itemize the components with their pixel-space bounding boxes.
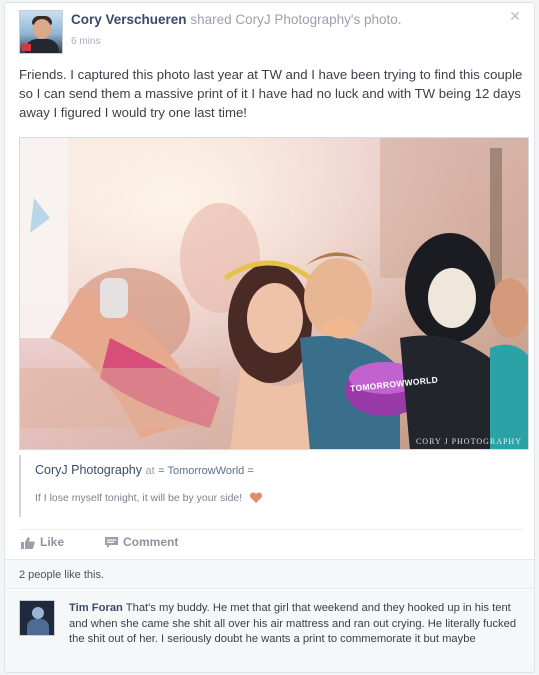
heart-icon: [250, 492, 263, 504]
shared-link-title: CoryJ Photography at = TomorrowWorld =: [35, 463, 254, 477]
thumbs-up-icon: [21, 536, 35, 549]
shared-caption-text: If I lose myself tonight, it will be by …: [35, 492, 243, 504]
post-card: Cory Verschueren shared CoryJ Photograph…: [4, 2, 535, 673]
post-body-text: Friends. I captured this photo last year…: [19, 67, 523, 120]
like-label: Like: [40, 535, 65, 549]
photo-watermark: CORY J PHOTOGRAPHY: [415, 437, 522, 446]
comment-body: Tim Foran That's my buddy. He met that g…: [69, 601, 519, 648]
festival-couple-photo: [20, 138, 528, 449]
like-button[interactable]: Like: [21, 535, 64, 549]
shared-link-box[interactable]: CoryJ Photography at = TomorrowWorld = I…: [19, 455, 524, 517]
commenter-avatar[interactable]: [19, 600, 55, 636]
comment-button[interactable]: Comment: [105, 535, 178, 549]
post-actions: Like Comment: [19, 529, 524, 551]
shared-photo-link[interactable]: CoryJ Photography's photo.: [235, 12, 401, 27]
likes-count-link[interactable]: 2 people like this.: [19, 569, 104, 581]
comment-label: Comment: [123, 535, 179, 549]
likes-summary: 2 people like this.: [5, 559, 534, 589]
author-name-link[interactable]: Cory Verschueren: [71, 12, 187, 27]
comment-text: That's my buddy. He met that girl that w…: [69, 602, 517, 645]
shared-page-link[interactable]: CoryJ Photography: [35, 463, 142, 477]
author-avatar[interactable]: [19, 10, 63, 54]
location-link[interactable]: = TomorrowWorld =: [158, 465, 254, 477]
post-header: Cory Verschueren shared CoryJ Photograph…: [19, 9, 524, 55]
shared-caption: If I lose myself tonight, it will be by …: [35, 492, 263, 504]
shared-label: shared: [190, 12, 232, 27]
author-line: Cory Verschueren shared CoryJ Photograph…: [71, 12, 402, 27]
comment-item: Tim Foran That's my buddy. He met that g…: [5, 590, 534, 672]
commenter-name-link[interactable]: Tim Foran: [69, 602, 123, 614]
at-label: at: [145, 465, 155, 477]
close-icon[interactable]: ✕: [508, 9, 522, 23]
shared-photo[interactable]: TOMORROWWORLD CORY J PHOTOGRAPHY: [19, 137, 529, 450]
post-timestamp[interactable]: 6 mins: [71, 36, 100, 47]
comment-icon: [105, 536, 118, 548]
